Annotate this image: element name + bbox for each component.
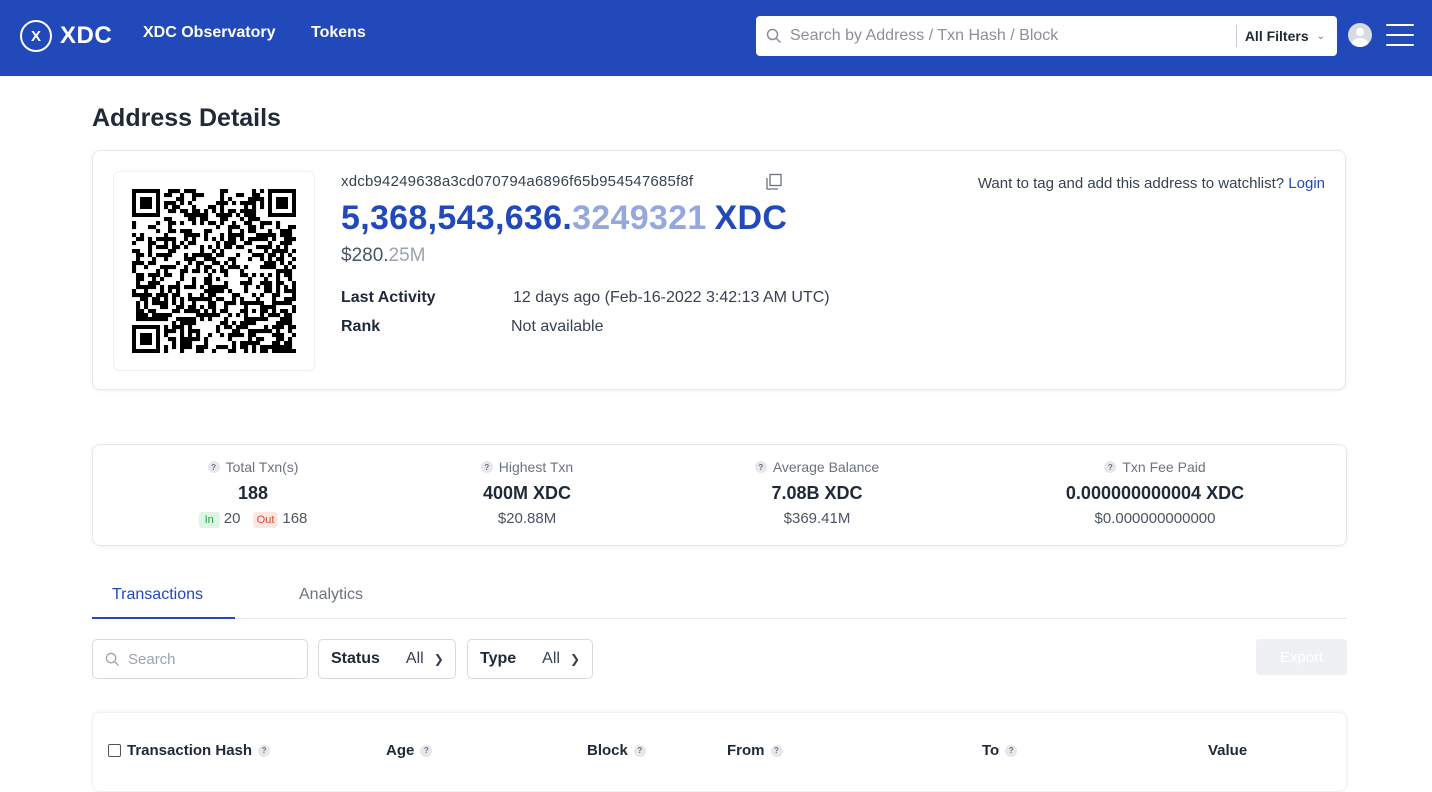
all-filters-select[interactable]: All Filters [1245,28,1309,44]
transactions-table [92,712,1347,792]
col-to: To ? [982,742,1018,759]
search-icon [766,28,782,44]
hamburger-icon[interactable] [1386,24,1414,46]
type-dropdown[interactable]: Type All ❯ [467,639,593,679]
col-value: Value [1208,742,1247,759]
usd-integer: $280. [341,245,389,266]
watchlist-prompt: Want to tag and add this address to watc… [978,175,1325,192]
status-value: All [405,650,424,667]
balance-integer: 5,368,543,636. [341,199,573,237]
stat-title: Average Balance [772,459,880,475]
qr-code [113,171,315,371]
address-text: xdcb94249638a3cd070794a6896f65b954547685… [341,173,694,190]
help-icon[interactable]: ? [1104,461,1117,473]
help-icon[interactable]: ? [420,744,433,757]
col-block: Block ? [587,742,646,759]
type-value: All [542,650,560,667]
rank-label: Rank [341,318,381,335]
active-tab-indicator [92,617,235,619]
usd-balance: $280.25M [341,245,426,267]
stat-value: 0.000000000004 XDC [1065,483,1245,503]
stat-title: Total Txn(s) [225,459,299,475]
stat-usd-value: $20.88M [497,510,557,527]
stat-title: Txn Fee Paid [1122,459,1206,475]
xdc-logo-icon: X [20,20,52,52]
top-navbar: X XDC XDC Observatory Tokens Search by A… [0,0,1432,76]
logo-text: XDC [60,22,113,49]
type-label: Type [480,650,517,667]
help-icon[interactable]: ? [1005,744,1018,757]
help-icon[interactable]: ? [770,744,783,757]
column-label: From [727,742,765,759]
transaction-search-input[interactable]: Search [92,639,308,679]
address-summary-card: xdcb94249638a3cd070794a6896f65b954547685… [92,150,1346,390]
qr-code-icon [132,189,296,353]
last-activity-label: Last Activity [341,289,436,306]
balance-unit: XDC [714,199,788,237]
copy-icon[interactable] [765,173,783,191]
col-age: Age ? [386,742,433,759]
col-from: From ? [727,742,783,759]
stat-average-balance: ? Average Balance 7.08B XDC $369.41M [657,459,977,527]
in-badge: In [198,512,220,528]
login-link[interactable]: Login [1288,175,1325,192]
xdc-balance: 5,368,543,636.3249321 XDC [341,199,787,238]
column-label: Transaction Hash [127,742,253,759]
tab-transactions[interactable]: Transactions [112,586,203,604]
balance-decimal: 3249321 [572,199,707,237]
chevron-down-icon[interactable]: ⌄ [1317,31,1325,42]
status-label: Status [331,650,380,667]
watchlist-text: Want to tag and add this address to watc… [977,175,1285,192]
tab-analytics[interactable]: Analytics [299,586,363,604]
export-button[interactable]: Export [1256,639,1347,675]
rank-value: Not available [511,318,604,335]
search-icon [105,652,120,666]
column-label: To [982,742,1000,759]
stat-value: 188 [237,483,269,503]
nav-tokens[interactable]: Tokens [311,24,366,42]
select-all-checkbox[interactable] [108,744,121,757]
stat-highest-txn: ? Highest Txn 400M XDC $20.88M [367,459,687,527]
address-stats-card: ? Total Txn(s) 188 In 20 Out 168 ? Highest T… [92,444,1347,546]
stat-value: 7.08B XDC [771,483,863,503]
stat-usd-value: $0.000000000000 [1094,510,1216,527]
stat-title: Highest Txn [498,459,574,475]
last-activity-value: 12 days ago (Feb-16-2022 3:42:13 AM UTC) [513,289,830,306]
search-placeholder: Search [128,650,176,668]
chevron-down-icon: ❯ [569,652,580,666]
filter-divider [1235,25,1237,47]
help-icon[interactable]: ? [480,461,493,473]
help-icon[interactable]: ? [207,461,220,473]
out-count: 168 [282,510,308,527]
column-label: Value [1208,742,1248,759]
stat-txn-fee: ? Txn Fee Paid 0.000000000004 XDC $0.0000… [995,459,1315,527]
stat-total-txns: ? Total Txn(s) 188 In 20 Out 168 [93,459,413,528]
nav-xdc-observatory[interactable]: XDC Observatory [143,24,276,42]
column-label: Block [587,742,628,759]
stat-usd-value: $369.41M [783,510,851,527]
col-transaction-hash: Transaction Hash ? [108,742,271,759]
page-title: Address Details [92,104,281,132]
xdc-logo[interactable]: X XDC [20,20,112,52]
user-icon[interactable] [1348,23,1372,47]
help-icon[interactable]: ? [258,744,271,757]
global-search-bar[interactable]: Search by Address / Txn Hash / Block All… [756,16,1337,56]
help-icon[interactable]: ? [633,744,646,757]
usd-decimal: 25M [388,245,426,266]
stat-value: 400M XDC [482,483,572,503]
in-count: 20 [223,510,241,527]
tabs-divider [92,618,1347,619]
status-dropdown[interactable]: Status All ❯ [318,639,456,679]
column-label: Age [386,742,415,759]
out-badge: Out [252,512,279,528]
chevron-down-icon: ❯ [433,652,444,666]
help-icon[interactable]: ? [754,461,767,473]
global-search-input[interactable]: Search by Address / Txn Hash / Block [790,27,1236,45]
